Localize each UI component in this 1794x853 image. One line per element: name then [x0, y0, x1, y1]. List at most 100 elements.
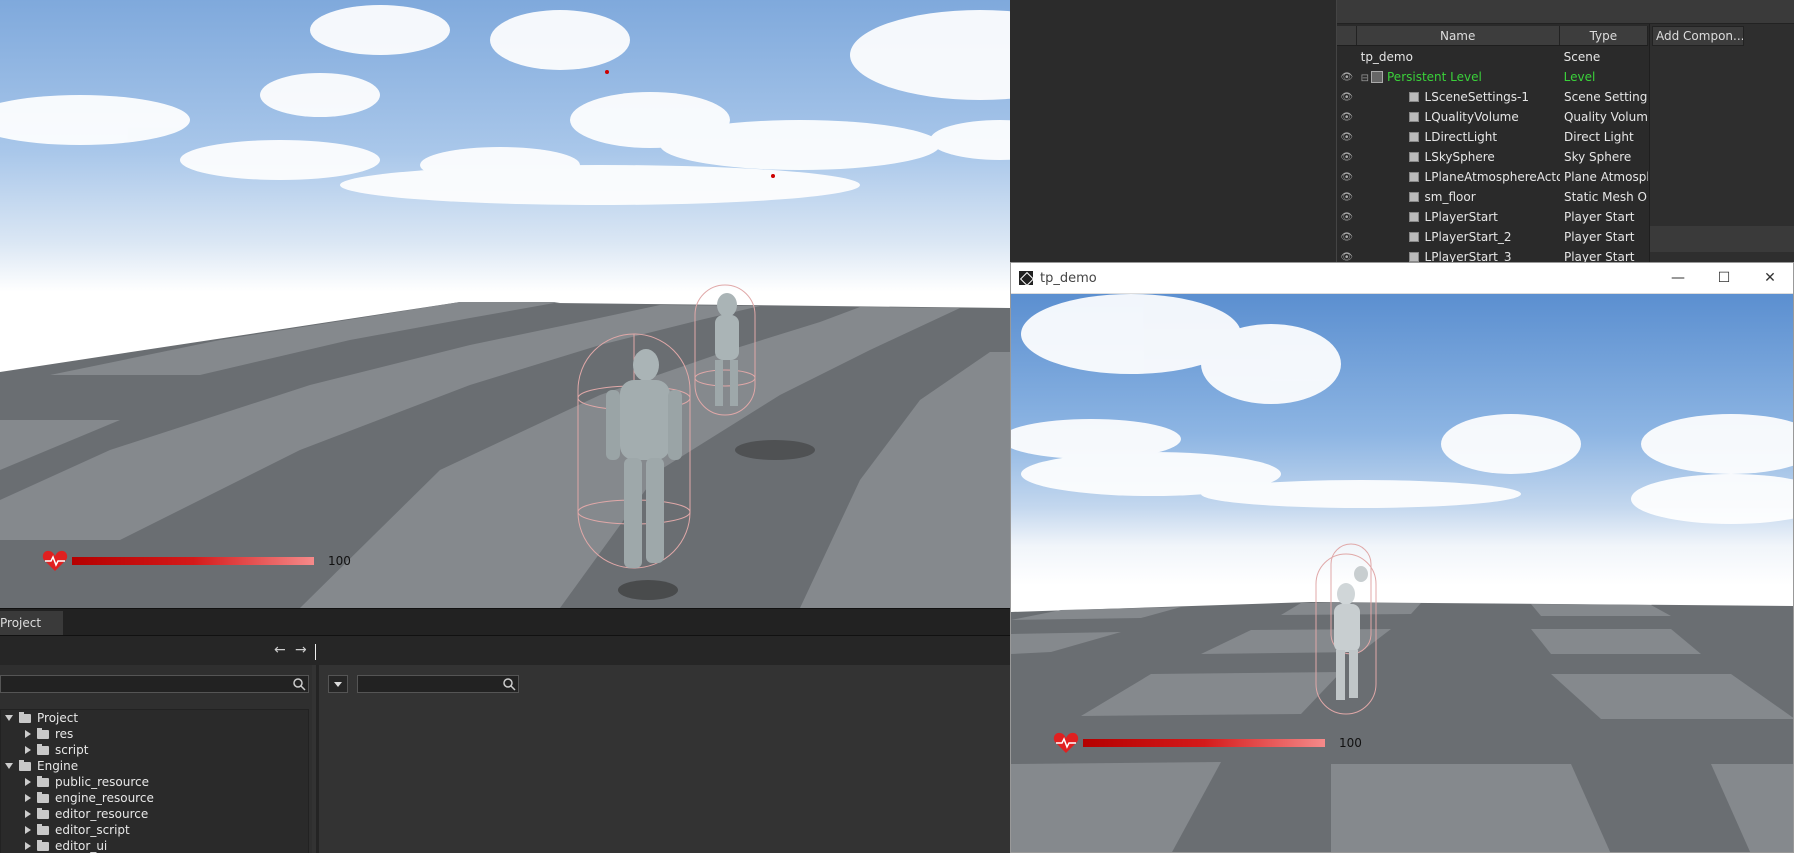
- outliner-rows: tp_demo Scene 👁 ⊟ Persistent Level Level …: [1337, 47, 1648, 262]
- project-tabs: Project: [0, 609, 1010, 635]
- eye-icon[interactable]: 👁: [1337, 152, 1357, 163]
- outliner-row[interactable]: 👁 LSceneSettings-1 Scene Settings: [1337, 87, 1648, 107]
- folder-icon: [19, 759, 31, 771]
- outliner-row-scene[interactable]: tp_demo Scene: [1337, 47, 1648, 67]
- cube-icon: [1408, 92, 1419, 102]
- cube-icon: [1408, 192, 1419, 202]
- folder-icon: [37, 727, 49, 739]
- expand-icon[interactable]: [5, 763, 13, 769]
- folder-icon: [37, 807, 49, 819]
- heart-icon: [1053, 732, 1079, 753]
- expand-icon[interactable]: [25, 826, 31, 834]
- column-type[interactable]: Type: [1560, 26, 1648, 45]
- outliner-row-level[interactable]: 👁 ⊟ Persistent Level Level: [1337, 67, 1648, 87]
- viewport-scene: [0, 5, 1010, 608]
- outliner-row[interactable]: 👁 LPlaneAtmosphereActor Plane Atmosph: [1337, 167, 1648, 187]
- project-panel: Project ← → Project res script Engine pu…: [0, 608, 1010, 853]
- tree-item-public-resource[interactable]: public_resource: [1, 774, 308, 790]
- game-health-value: 100: [1339, 736, 1362, 750]
- tree-search-input[interactable]: [0, 675, 309, 693]
- tree-item-res[interactable]: res: [1, 726, 308, 742]
- game-sky-clouds: [1011, 294, 1793, 524]
- level-icon: [1371, 71, 1383, 83]
- outliner-row[interactable]: 👁 LDirectLight Direct Light: [1337, 127, 1648, 147]
- app-icon: [1019, 271, 1033, 285]
- game-view[interactable]: 100: [1011, 294, 1793, 852]
- heart-icon: [42, 550, 68, 571]
- eye-icon[interactable]: 👁: [1337, 72, 1357, 83]
- column-name[interactable]: Name: [1357, 26, 1560, 45]
- cube-icon: [1408, 232, 1419, 242]
- search-icon[interactable]: [502, 677, 516, 691]
- search-icon[interactable]: [292, 677, 306, 691]
- folder-icon: [37, 743, 49, 755]
- details-pane: Add Compon...: [1649, 24, 1794, 262]
- add-component-button[interactable]: Add Compon...: [1652, 26, 1744, 46]
- details-strip: [1650, 226, 1794, 252]
- sky-clouds: [0, 5, 1010, 205]
- folder-icon: [19, 711, 31, 723]
- filter-dropdown-button[interactable]: [328, 675, 348, 693]
- eye-icon[interactable]: 👁: [1337, 112, 1357, 123]
- tree-item-editor-ui[interactable]: editor_ui: [1, 838, 308, 853]
- outliner-row[interactable]: 👁 LPlayerStart_3 Player Start: [1337, 247, 1648, 262]
- eye-icon[interactable]: 👁: [1337, 212, 1357, 223]
- expand-icon[interactable]: [25, 794, 31, 802]
- outliner-row[interactable]: 👁 LPlayerStart Player Start: [1337, 207, 1648, 227]
- game-window-title: tp_demo: [1040, 270, 1097, 286]
- editor-viewport[interactable]: 100: [0, 0, 1010, 608]
- maximize-button[interactable]: ☐: [1701, 263, 1747, 294]
- cube-icon: [1408, 112, 1419, 122]
- expand-icon[interactable]: [25, 730, 31, 738]
- game-health-bar: [1083, 739, 1325, 747]
- tree-item-project[interactable]: Project: [1, 710, 308, 726]
- outliner-row[interactable]: 👁 LSkySphere Sky Sphere: [1337, 147, 1648, 167]
- forward-arrow-icon[interactable]: →: [295, 642, 307, 658]
- game-window[interactable]: tp_demo — ☐ ✕ 100: [1010, 262, 1794, 853]
- outliner-header: Name Type: [1337, 26, 1648, 46]
- tree-item-editor-script[interactable]: editor_script: [1, 822, 308, 838]
- content-search-input[interactable]: [357, 675, 519, 693]
- expand-icon[interactable]: [25, 746, 31, 754]
- health-bar: [72, 557, 314, 565]
- cube-icon: [1408, 132, 1419, 142]
- project-content-pane: [320, 665, 1010, 853]
- expand-icon[interactable]: [25, 842, 31, 850]
- back-arrow-icon[interactable]: ←: [274, 642, 286, 658]
- path-input-cursor[interactable]: [315, 644, 316, 660]
- eye-icon[interactable]: 👁: [1337, 232, 1357, 243]
- expand-icon[interactable]: [25, 810, 31, 818]
- tree-item-engine[interactable]: Engine: [1, 758, 308, 774]
- outliner-row[interactable]: 👁 sm_floor Static Mesh Ob: [1337, 187, 1648, 207]
- minimize-button[interactable]: —: [1655, 263, 1701, 294]
- tree-item-script[interactable]: script: [1, 742, 308, 758]
- tree-item-engine-resource[interactable]: engine_resource: [1, 790, 308, 806]
- folder-icon: [37, 775, 49, 787]
- cube-icon: [1408, 152, 1419, 162]
- pane-splitter[interactable]: [316, 665, 319, 853]
- folder-icon: [37, 839, 49, 851]
- close-button[interactable]: ✕: [1747, 263, 1793, 294]
- folder-icon: [37, 791, 49, 803]
- tab-project[interactable]: Project: [0, 611, 64, 635]
- eye-icon[interactable]: 👁: [1337, 172, 1357, 183]
- cube-icon: [1408, 172, 1419, 182]
- tree-item-editor-resource[interactable]: editor_resource: [1, 806, 308, 822]
- collapse-icon[interactable]: ⊟: [1361, 73, 1369, 84]
- health-hud: 100: [42, 549, 351, 573]
- project-tree: Project res script Engine public_resourc…: [0, 709, 309, 853]
- eye-icon[interactable]: 👁: [1337, 192, 1357, 203]
- game-scene: [1011, 294, 1793, 852]
- game-window-titlebar[interactable]: tp_demo — ☐ ✕: [1011, 263, 1793, 294]
- eye-icon[interactable]: 👁: [1337, 252, 1357, 263]
- outliner-row[interactable]: 👁 LQualityVolume Quality Volume: [1337, 107, 1648, 127]
- expand-icon[interactable]: [5, 715, 13, 721]
- game-health-hud: 100: [1053, 731, 1362, 755]
- project-tree-pane: Project res script Engine public_resourc…: [0, 665, 312, 853]
- eye-icon[interactable]: 👁: [1337, 92, 1357, 103]
- expand-icon[interactable]: [25, 778, 31, 786]
- eye-icon[interactable]: 👁: [1337, 132, 1357, 143]
- health-value: 100: [328, 554, 351, 568]
- project-navbar: ← →: [0, 635, 1010, 665]
- outliner-row[interactable]: 👁 LPlayerStart_2 Player Start: [1337, 227, 1648, 247]
